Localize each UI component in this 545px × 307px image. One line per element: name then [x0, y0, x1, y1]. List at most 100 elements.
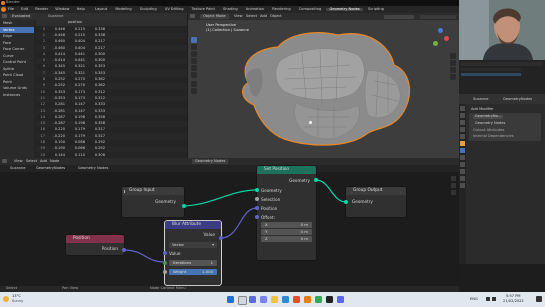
obs-icon[interactable] [326, 296, 333, 303]
object-mode-dropdown[interactable]: Object Mode [200, 14, 229, 19]
group-output-node[interactable]: Group Output Geometry [344, 187, 406, 217]
menu-window[interactable]: Window [55, 7, 69, 12]
outliner-row[interactable] [461, 68, 521, 71]
cursor-tool-icon[interactable] [191, 44, 197, 50]
offset-z-field[interactable]: Z 0 m [261, 236, 312, 242]
teams-chat-icon[interactable] [260, 296, 267, 303]
weight-field[interactable]: Weight 1.000 [169, 269, 217, 275]
data-type-dropdown[interactable]: Vector ▾ [169, 242, 217, 248]
position-node[interactable]: Position Position [66, 235, 126, 255]
blur-attribute-title[interactable]: Blur Attribute [165, 221, 221, 229]
position-input-socket[interactable] [255, 206, 259, 210]
editor-type-icon[interactable] [190, 14, 195, 19]
3d-viewport[interactable]: Object Mode View Select Add Object User … [188, 13, 459, 158]
geometry-input-socket[interactable] [255, 188, 259, 192]
data-tab-icon[interactable] [460, 176, 465, 181]
tab-shading[interactable]: Shading [220, 7, 241, 12]
position-node-title[interactable]: Position [66, 235, 124, 243]
value-input-socket[interactable] [163, 251, 167, 255]
tab-geometry-nodes[interactable]: Geometry Nodes [326, 7, 363, 12]
offset-x-field[interactable]: X 0 m [261, 222, 312, 228]
shading-controls[interactable] [384, 14, 414, 19]
position-output-socket[interactable] [122, 248, 126, 252]
weather-desc[interactable]: Sunny [12, 299, 23, 304]
camera-view-icon[interactable] [450, 67, 456, 73]
task-view-icon[interactable] [249, 296, 256, 303]
blur-attribute-node[interactable]: Blur Attribute Value Vector ▾ Value Iter… [163, 221, 223, 285]
volume-icon[interactable] [492, 297, 496, 301]
domain-item[interactable]: Instances [0, 92, 34, 99]
viewport-shading-buttons[interactable] [420, 14, 456, 19]
group-input-title[interactable]: Group Input [122, 187, 184, 195]
measure-tool-icon[interactable] [191, 88, 197, 94]
zoom-icon[interactable] [450, 53, 456, 59]
value-output-socket[interactable] [219, 236, 223, 240]
scale-tool-icon[interactable] [191, 65, 197, 71]
physics-tab-icon[interactable] [460, 162, 465, 167]
editor-type-icon[interactable] [2, 14, 7, 19]
notification-icon[interactable] [536, 296, 542, 302]
group-input-node[interactable]: Group Input Geometry [122, 187, 186, 217]
modifier-name-field[interactable]: GeometryNo... [473, 114, 504, 119]
menu-edit[interactable]: Edit [21, 7, 28, 12]
vp-menu-add[interactable]: Add [260, 14, 267, 19]
language-indicator[interactable]: ENG [470, 297, 478, 302]
blender-menu-icon[interactable] [1, 7, 6, 12]
internal-dependencies-panel[interactable]: Internal Dependencies [473, 134, 514, 139]
tab-layout[interactable]: Layout [92, 7, 110, 12]
view-tab-icon[interactable] [451, 190, 456, 195]
vp-menu-select[interactable]: Select [246, 14, 257, 19]
rotate-tool-icon[interactable] [191, 58, 197, 64]
add-modifier-label[interactable]: Add Modifier [471, 107, 494, 112]
annotate-tool-icon[interactable] [191, 81, 197, 87]
clock-date[interactable]: 21/02/2022 [503, 299, 524, 304]
output-tab-icon[interactable] [460, 120, 465, 125]
node-group-field[interactable]: Geometry Nodes [475, 121, 505, 126]
menu-help[interactable]: Help [77, 7, 85, 12]
geometry-output-socket[interactable] [182, 204, 186, 208]
iterations-socket[interactable] [163, 261, 167, 265]
navigation-gizmo[interactable] [430, 27, 452, 49]
modifier-tab-icon[interactable] [460, 148, 465, 153]
menu-render[interactable]: Render [35, 7, 48, 12]
z-axis-icon[interactable] [438, 28, 443, 33]
tab-modeling[interactable]: Modeling [112, 7, 134, 12]
constraints-tab-icon[interactable] [460, 169, 465, 174]
discord-icon[interactable] [337, 296, 344, 303]
output-attributes-panel[interactable]: Output Attributes [473, 128, 504, 133]
geometry-output-socket[interactable] [314, 178, 318, 182]
blender-taskbar-icon[interactable] [304, 296, 311, 303]
tool-tab-icon[interactable] [451, 183, 456, 188]
tab-scripting[interactable]: Scripting [365, 7, 387, 12]
object-tab-icon[interactable] [460, 141, 465, 146]
select-tool-icon[interactable] [191, 37, 197, 43]
ortho-toggle-icon[interactable] [450, 74, 456, 80]
set-position-title[interactable]: Set Position [257, 166, 316, 174]
geometry-input-socket[interactable] [344, 200, 348, 204]
weight-socket[interactable] [163, 270, 167, 274]
scene-tab-icon[interactable] [460, 127, 465, 132]
tool-tab-icon[interactable] [460, 106, 465, 111]
edge-browser-icon[interactable] [282, 296, 289, 303]
y-axis-icon[interactable] [433, 41, 438, 46]
menu-file[interactable]: File [8, 7, 14, 12]
group-output-title[interactable]: Group Output [346, 187, 406, 195]
weather-sun-icon[interactable] [3, 296, 9, 302]
x-axis-icon[interactable] [444, 36, 449, 41]
vp-menu-view[interactable]: View [234, 14, 243, 19]
header-position[interactable]: position [47, 21, 105, 25]
offset-socket[interactable] [255, 215, 259, 219]
selection-socket[interactable] [255, 197, 259, 201]
suzanne-mesh[interactable] [218, 21, 418, 158]
store-icon[interactable] [293, 296, 300, 303]
wifi-icon[interactable] [486, 297, 490, 301]
iterations-field[interactable]: Iterations 1 [169, 260, 217, 266]
outliner-row-selected[interactable] [461, 73, 521, 76]
start-menu-icon[interactable] [227, 296, 234, 303]
offset-y-field[interactable]: Y 0 m [261, 229, 312, 235]
tab-animation[interactable]: Animation [243, 7, 267, 12]
tab-texture-paint[interactable]: Texture Paint [189, 7, 218, 12]
vp-menu-object[interactable]: Object [270, 14, 282, 19]
render-tab-icon[interactable] [460, 113, 465, 118]
world-tab-icon[interactable] [460, 134, 465, 139]
